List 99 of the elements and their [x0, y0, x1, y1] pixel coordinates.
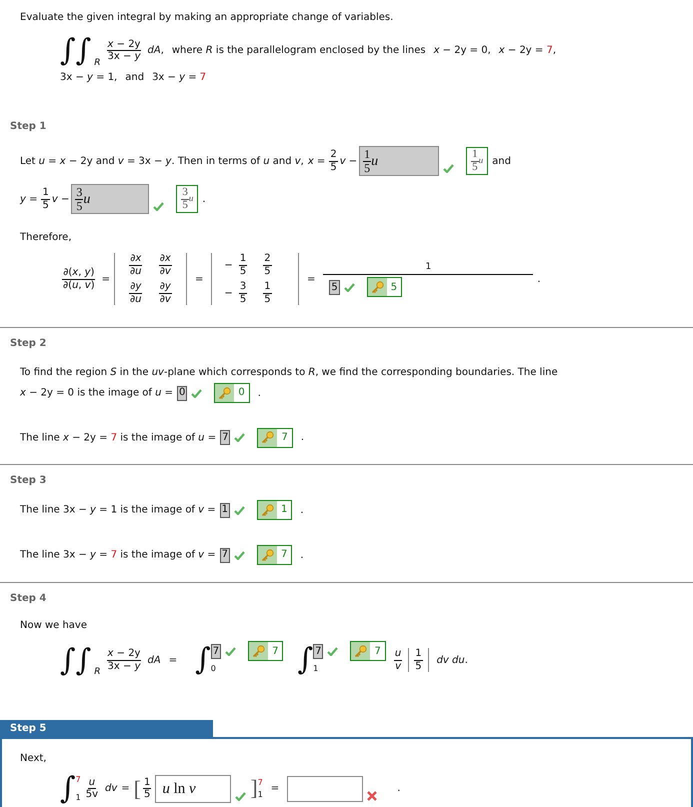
- step-tab[interactable]: Step 5: [0, 720, 213, 737]
- fraction: 1 5: [414, 648, 423, 672]
- answer-field[interactable]: u ln v: [155, 774, 232, 803]
- boundary-equation: 3x − y = 1,: [60, 71, 118, 85]
- fraction: x − 2y 3x − y: [106, 648, 142, 672]
- intro-text: Now we have: [20, 620, 88, 631]
- key-value: 1: [280, 503, 288, 518]
- answer-field[interactable]: [287, 776, 364, 802]
- answer-field[interactable]: 7: [313, 644, 324, 659]
- key-icon: [261, 431, 274, 444]
- key-icon: [354, 644, 368, 658]
- integral-sign: ∫∫: [60, 642, 92, 680]
- fraction: 1 5: [41, 187, 50, 211]
- period: .: [537, 272, 541, 286]
- statement-text: The line 3x − y = 7 is the image of v =: [20, 550, 216, 561]
- step-title: Step 1: [9, 120, 48, 134]
- intro-text: Let u = x − 2y and v = 3x − y. Then in terms of u and v,: [20, 154, 304, 168]
- statement-text: The line 3x − y = 1 is the image of v =: [20, 505, 216, 516]
- instruction-text: Evaluate the given integral by making an appropriate change of variables.: [20, 12, 394, 23]
- step-title: Step 4: [9, 592, 48, 606]
- key-icon: [261, 548, 274, 562]
- answer-field[interactable]: 7: [210, 644, 222, 659]
- key-icon: [370, 280, 384, 294]
- key-value: 7: [271, 644, 280, 659]
- period: .: [300, 505, 304, 516]
- answer-field[interactable]: 5: [329, 280, 340, 295]
- integral-sign: ∫: [297, 645, 314, 676]
- tail-text: and: [492, 154, 511, 168]
- fraction-numerator: 1: [323, 260, 534, 276]
- fraction: 1 5: [143, 776, 152, 801]
- answer-field[interactable]: 0: [177, 386, 188, 400]
- fraction: x − 2y 3x − y: [106, 38, 142, 62]
- integral-sign: ∫: [60, 774, 76, 804]
- fraction: ∂y ∂v: [158, 281, 172, 305]
- fraction: 1 5: [238, 253, 248, 277]
- boundary-equation: x − 2y = 0,: [434, 44, 491, 58]
- step-title: Step 2: [9, 337, 48, 351]
- fraction: 3 5: [238, 281, 248, 305]
- description-text: where R is the parallelogram enclosed by the lines: [172, 44, 426, 58]
- therefore-text: Therefore,: [20, 232, 72, 243]
- key-value: 7: [373, 644, 382, 659]
- answer-field[interactable]: 7: [220, 430, 230, 446]
- differential: dv: [105, 782, 118, 796]
- integral-sign: ∫∫: [60, 32, 92, 70]
- fraction: 2 5: [329, 149, 338, 173]
- paragraph-text: To find the region S in the uv-plane which corresponds to R, we find the corresponding boundaries. The line: [20, 367, 558, 378]
- fraction: ∂y ∂u: [129, 281, 143, 305]
- boundary-equation: x − 2y = 7,: [498, 44, 556, 58]
- fraction: ∂(x, y) ∂(u, v): [62, 267, 96, 291]
- equation-lhs: y =: [20, 192, 38, 206]
- bracket: ]: [250, 776, 258, 801]
- period: .: [300, 550, 304, 561]
- key-icon: [218, 386, 232, 400]
- equals-sign: =: [306, 272, 316, 286]
- tail-text: .: [202, 192, 206, 206]
- equals-sign: =: [121, 782, 130, 796]
- fraction: 2 5: [263, 253, 272, 277]
- equals-sign: =: [102, 272, 110, 286]
- key-value: 7: [280, 430, 289, 445]
- equation-variable: v −: [340, 154, 358, 168]
- boundary-equation: 3x − y = 7: [152, 71, 206, 85]
- statement-text: x − 2y = 0 is the image of u =: [20, 388, 174, 399]
- upper-limit: 7: [258, 776, 263, 789]
- lower-limit: 1: [313, 663, 320, 676]
- lower-limit: 1: [258, 788, 263, 801]
- equals-sign: =: [270, 782, 280, 796]
- differential: dv du.: [436, 654, 468, 668]
- boundary-equation: and: [125, 71, 144, 85]
- differential: dA,: [147, 44, 164, 58]
- key-value: 5: [390, 280, 398, 295]
- key-icon: [252, 644, 266, 658]
- step-title: Step 3: [9, 474, 48, 488]
- minus-sign: −: [224, 286, 233, 300]
- minus-sign: −: [224, 258, 233, 272]
- equation-lhs: x =: [308, 154, 326, 168]
- answer-field[interactable]: 7: [220, 548, 230, 563]
- key-icon: [261, 504, 274, 517]
- integral-sign: ∫: [195, 645, 211, 676]
- differential: dA: [147, 654, 161, 668]
- fraction: u v: [394, 648, 402, 672]
- upper-limit: 7: [76, 774, 81, 786]
- answer-field[interactable]: 1: [220, 502, 230, 518]
- equals-sign: =: [168, 654, 178, 668]
- period: .: [258, 388, 261, 399]
- bracket: [: [134, 778, 141, 800]
- lower-limit: 1: [76, 792, 81, 804]
- equation-variable: v −: [52, 192, 70, 206]
- equals-sign: =: [195, 272, 204, 286]
- region-label: R: [94, 666, 101, 680]
- intro-text: Next,: [20, 752, 46, 764]
- lower-limit: 0: [210, 663, 217, 676]
- key-value: 7: [280, 548, 288, 562]
- statement-text: The line x − 2y = 7 is the image of u =: [20, 432, 216, 444]
- key-value: 0: [237, 386, 246, 400]
- fraction: 1 5: [263, 281, 272, 305]
- period: .: [300, 432, 304, 444]
- region-label: R: [94, 56, 101, 70]
- fraction: u 5v: [84, 776, 100, 801]
- period: .: [397, 782, 400, 796]
